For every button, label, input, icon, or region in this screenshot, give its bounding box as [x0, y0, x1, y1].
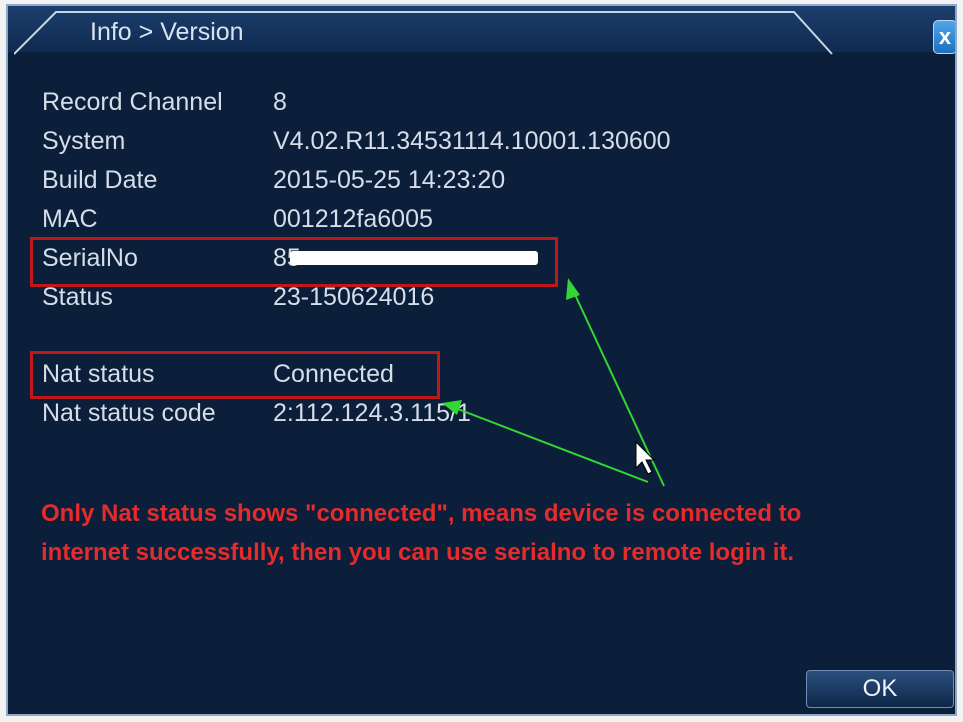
annotation-line-2: internet successfully, then you can use …	[41, 539, 795, 566]
ok-button[interactable]: OK	[806, 670, 954, 708]
version-info-dialog: Info > Version x Record Channel 8 System…	[6, 4, 957, 716]
annotation-arrows	[442, 278, 665, 487]
annotation-line-1: Only Nat status shows "connected", means…	[41, 500, 802, 527]
